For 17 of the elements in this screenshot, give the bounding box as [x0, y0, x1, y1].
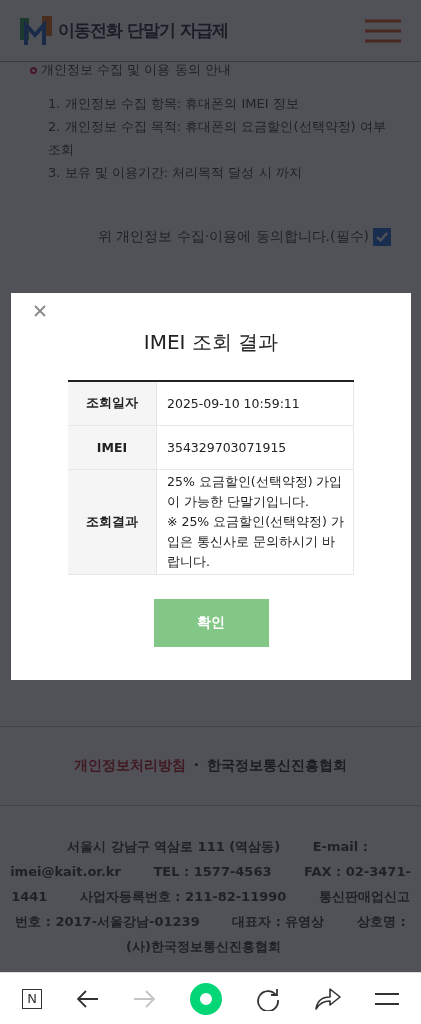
refresh-icon[interactable] [256, 986, 280, 1011]
table-header-cell: IMEI [68, 425, 157, 470]
naver-button[interactable]: N [22, 988, 42, 1009]
separator-dot: · [193, 757, 200, 775]
back-arrow-icon[interactable] [76, 989, 99, 1008]
ring-icon[interactable] [189, 982, 222, 1015]
table-cell: 2025-09-10 10:59:11 [156, 381, 354, 426]
table-cell: 25% 요금할인(선택약정) 가입이 가능한 단말기입니다. ※ 25% 요금할인(선택약정) 가입은 통신사로 문의하시기 바랍니다. [156, 469, 354, 575]
menu-icon[interactable] [375, 992, 399, 1005]
table-header-cell: 조회결과 [68, 469, 157, 575]
close-icon[interactable] [34, 305, 46, 317]
footer-link[interactable]: 개인정보처리방침 [73, 757, 186, 775]
table-cell: 354329703071915 [156, 425, 354, 470]
confirm-button[interactable]: 확인 [153, 599, 269, 647]
dialog-title: IMEI 조회 결과 [143, 329, 279, 356]
table-header-cell: 조회일자 [68, 381, 157, 426]
share-arrow-icon[interactable] [314, 987, 341, 1010]
